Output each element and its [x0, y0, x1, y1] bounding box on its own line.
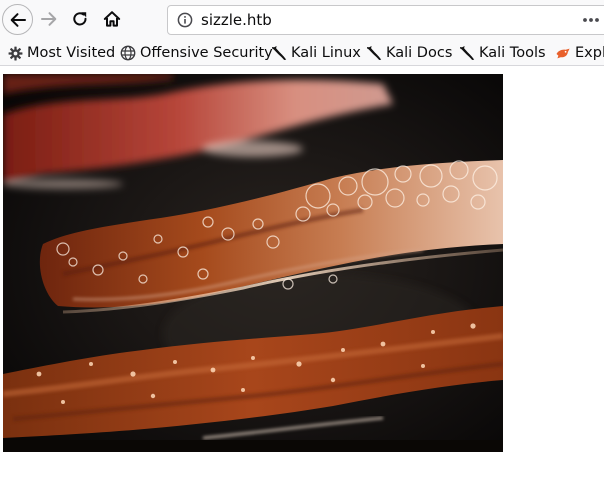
- bookmark-kali-docs[interactable]: Kali Docs: [366, 42, 452, 64]
- bookmark-exploit-db[interactable]: Expl: [555, 42, 604, 64]
- exploit-db-icon: [555, 45, 571, 61]
- page-actions-button[interactable]: [580, 10, 602, 30]
- back-button[interactable]: [2, 4, 33, 35]
- bookmark-offensive-security[interactable]: Offensive Security: [120, 42, 273, 64]
- bookmark-label: Kali Linux: [291, 45, 361, 61]
- gear-icon: [7, 45, 23, 61]
- bookmark-kali-tools[interactable]: Kali Tools: [459, 42, 546, 64]
- url-text[interactable]: sizzle.htb: [201, 11, 272, 29]
- page-content: [0, 67, 604, 493]
- kali-dragon-icon: [366, 45, 382, 61]
- bacon-image: [3, 74, 503, 452]
- kali-dragon-icon: [271, 45, 287, 61]
- globe-icon: [120, 45, 136, 61]
- arrow-left-icon: [10, 12, 26, 27]
- kali-dragon-icon: [459, 45, 475, 61]
- info-icon: [177, 12, 193, 28]
- bookmark-kali-linux[interactable]: Kali Linux: [271, 42, 361, 64]
- bookmark-label: Most Visited: [27, 45, 116, 61]
- arrow-right-icon: [41, 12, 57, 26]
- reload-icon: [73, 12, 87, 26]
- more-horizontal-icon: [583, 18, 599, 22]
- bookmark-label: Kali Tools: [479, 45, 546, 61]
- navigation-toolbar: sizzle.htb: [0, 0, 604, 39]
- site-info-button[interactable]: [171, 6, 199, 34]
- bookmark-label: Kali Docs: [386, 45, 453, 61]
- bookmarks-toolbar: Most Visited Offensive Security Kali Lin…: [0, 39, 604, 66]
- bookmark-label: Offensive Security: [140, 45, 273, 61]
- reload-button[interactable]: [65, 4, 95, 34]
- bookmark-label: Expl: [575, 45, 604, 61]
- home-button[interactable]: [97, 4, 127, 34]
- home-icon: [103, 11, 121, 27]
- forward-button[interactable]: [34, 4, 64, 34]
- bookmark-most-visited[interactable]: Most Visited: [7, 42, 115, 64]
- url-bar[interactable]: sizzle.htb: [167, 5, 604, 35]
